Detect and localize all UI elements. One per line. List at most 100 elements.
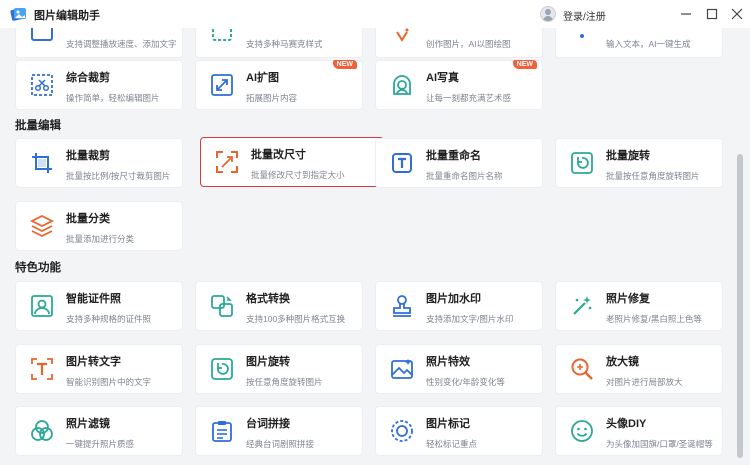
title-bar: 图片编辑助手 登录/注册 <box>0 0 750 28</box>
tool-card-batch-resize[interactable]: 批量改尺寸 批量修改尺寸到指定大小 <box>200 137 384 187</box>
tool-title: 综合裁剪 <box>66 72 110 84</box>
tool-card-caption-stitch[interactable]: 台词拼接 经典台词剧照拼接 <box>195 406 363 456</box>
filter-icon <box>29 418 55 444</box>
tool-desc: 批量重命名图片名称 <box>426 171 503 181</box>
convert-icon <box>209 293 235 319</box>
section-title-batch: 批量编辑 <box>15 120 61 132</box>
login-register-link[interactable]: 登录/注册 <box>563 8 606 23</box>
tool-title: 智能证件照 <box>66 293 121 305</box>
tool-desc: 按任意角度旋转图片 <box>246 377 323 387</box>
tool-card-mosaic[interactable]: 支持多种马赛克样式 <box>195 28 363 58</box>
layers-icon <box>29 213 55 239</box>
tool-card-text-to-image[interactable]: 输入文本，AI一键生成 <box>555 28 723 58</box>
tool-desc: 为头像加国旗/口罩/圣诞帽等 <box>606 439 713 449</box>
portrait-icon <box>389 72 415 98</box>
tool-desc: 支持100多种图片格式互换 <box>246 314 346 324</box>
tool-title: 照片修复 <box>606 293 650 305</box>
tool-title: AI写真 <box>426 72 459 84</box>
tool-card-id-photo[interactable]: 智能证件照 支持多种规格的证件照 <box>15 281 183 331</box>
tool-desc: 轻松标记重点 <box>426 439 478 449</box>
tool-desc: 一键提升照片质感 <box>66 439 135 449</box>
tool-title: 格式转换 <box>246 293 290 305</box>
image-rotate-icon <box>209 356 235 382</box>
tool-card-watermark[interactable]: 图片加水印 支持添加文字/图片水印 <box>375 281 543 331</box>
new-badge: NEW <box>512 60 537 69</box>
tool-card-batch-classify[interactable]: 批量分类 批量添加进行分类 <box>15 201 183 251</box>
tool-card-batch-rotate[interactable]: 批量旋转 批量按任意角度旋转图片 <box>555 138 723 188</box>
tool-desc: 经典台词剧照拼接 <box>246 439 315 449</box>
rotate-icon <box>569 150 595 176</box>
tool-desc: 支持调整播放速度、添加文字 <box>66 39 177 49</box>
tool-title: 图片加水印 <box>426 293 481 305</box>
tool-desc: 支持多种马赛克样式 <box>246 39 323 49</box>
tool-card-format-convert[interactable]: 格式转换 支持100多种图片格式互换 <box>195 281 363 331</box>
tool-card-ocr[interactable]: 图片转文字 智能识别图片中的文字 <box>15 344 183 394</box>
speed-icon <box>29 28 55 46</box>
tool-title: 批量旋转 <box>606 150 650 162</box>
tool-card-photo-effects[interactable]: 照片特效 性别变化/年龄变化等 <box>375 344 543 394</box>
tool-card-image-mark[interactable]: 图片标记 轻松标记重点 <box>375 406 543 456</box>
tool-desc: 批量按比例/按尺寸裁剪图片 <box>66 171 171 181</box>
ocr-icon <box>29 356 55 382</box>
tool-desc: 对图片进行局部放大 <box>606 377 683 387</box>
tool-card-ai-draw[interactable]: 创作图片，AI以图绘图 <box>375 28 543 58</box>
tool-desc: 让每一刻都充满艺术感 <box>426 93 512 103</box>
maximize-icon[interactable] <box>702 4 722 24</box>
app-logo-icon <box>10 6 27 22</box>
tool-title: 照片滤镜 <box>66 418 110 430</box>
tool-desc: 批量按任意角度旋转图片 <box>606 171 700 181</box>
tool-card-speed[interactable]: 支持调整播放速度、添加文字 <box>15 28 183 58</box>
photo-effect-icon <box>389 356 415 382</box>
tool-card-avatar-diy[interactable]: 头像DIY 为头像加国旗/口罩/圣诞帽等 <box>555 406 723 456</box>
tool-desc: 支持添加文字/图片水印 <box>426 314 514 324</box>
tool-title: 批量裁剪 <box>66 150 110 162</box>
section-title-features: 特色功能 <box>15 262 61 274</box>
tool-desc: 创作图片，AI以图绘图 <box>426 39 511 49</box>
target-icon <box>389 418 415 444</box>
tool-desc: 支持多种规格的证件照 <box>66 314 152 324</box>
tool-desc: 智能识别图片中的文字 <box>66 377 152 387</box>
tool-title: 图片旋转 <box>246 356 290 368</box>
app-title: 图片编辑助手 <box>34 10 100 22</box>
tool-desc: 老照片修复/黑白照上色等 <box>606 314 702 324</box>
vertical-scrollbar[interactable] <box>737 154 743 458</box>
tool-title: 放大镜 <box>606 356 639 368</box>
tool-desc: 输入文本，AI一键生成 <box>606 39 691 49</box>
tool-card-ai-portrait[interactable]: AI写真 让每一刻都充满艺术感 NEW <box>375 60 543 110</box>
tool-desc: 批量添加进行分类 <box>66 234 135 244</box>
magnifier-icon <box>569 356 595 382</box>
tool-card-magnifier[interactable]: 放大镜 对图片进行局部放大 <box>555 344 723 394</box>
tool-title: 图片标记 <box>426 418 470 430</box>
smiley-icon <box>569 418 595 444</box>
tool-desc: 操作简单，轻松编辑图片 <box>66 93 160 103</box>
tool-title: 图片转文字 <box>66 356 121 368</box>
batch-crop-icon <box>29 150 55 176</box>
resize-icon <box>214 149 240 175</box>
stamp-icon <box>389 293 415 319</box>
tool-desc: 拓展图片内容 <box>246 93 298 103</box>
clipboard-icon <box>209 418 235 444</box>
main-content: 支持调整播放速度、添加文字 支持多种马赛克样式 创作图片，AI以图绘图 输入文本… <box>0 28 750 465</box>
tool-desc: 批量修改尺寸到指定大小 <box>251 170 345 180</box>
user-avatar-icon[interactable] <box>540 6 556 22</box>
tool-card-photo-repair[interactable]: 照片修复 老照片修复/黑白照上色等 <box>555 281 723 331</box>
tool-card-photo-filter[interactable]: 照片滤镜 一键提升照片质感 <box>15 406 183 456</box>
expand-icon <box>209 72 235 98</box>
mosaic-icon <box>209 28 235 46</box>
tool-title: 批量改尺寸 <box>251 149 306 161</box>
tool-title: 台词拼接 <box>246 418 290 430</box>
text-to-image-icon <box>569 28 595 46</box>
magic-wand-icon <box>569 293 595 319</box>
close-icon[interactable] <box>727 4 747 24</box>
tool-card-crop[interactable]: 综合裁剪 操作简单，轻松编辑图片 <box>15 60 183 110</box>
tool-title: 批量分类 <box>66 213 110 225</box>
tool-title: 头像DIY <box>606 418 647 430</box>
crop-icon <box>29 72 55 98</box>
tool-card-ai-expand[interactable]: AI扩图 拓展图片内容 NEW <box>195 60 363 110</box>
rename-icon <box>389 150 415 176</box>
minimize-icon[interactable] <box>676 4 696 24</box>
tool-card-batch-rename[interactable]: 批量重命名 批量重命名图片名称 <box>375 138 543 188</box>
tool-card-image-rotate[interactable]: 图片旋转 按任意角度旋转图片 <box>195 344 363 394</box>
tool-title: AI扩图 <box>246 72 279 84</box>
tool-card-batch-crop[interactable]: 批量裁剪 批量按比例/按尺寸裁剪图片 <box>15 138 183 188</box>
